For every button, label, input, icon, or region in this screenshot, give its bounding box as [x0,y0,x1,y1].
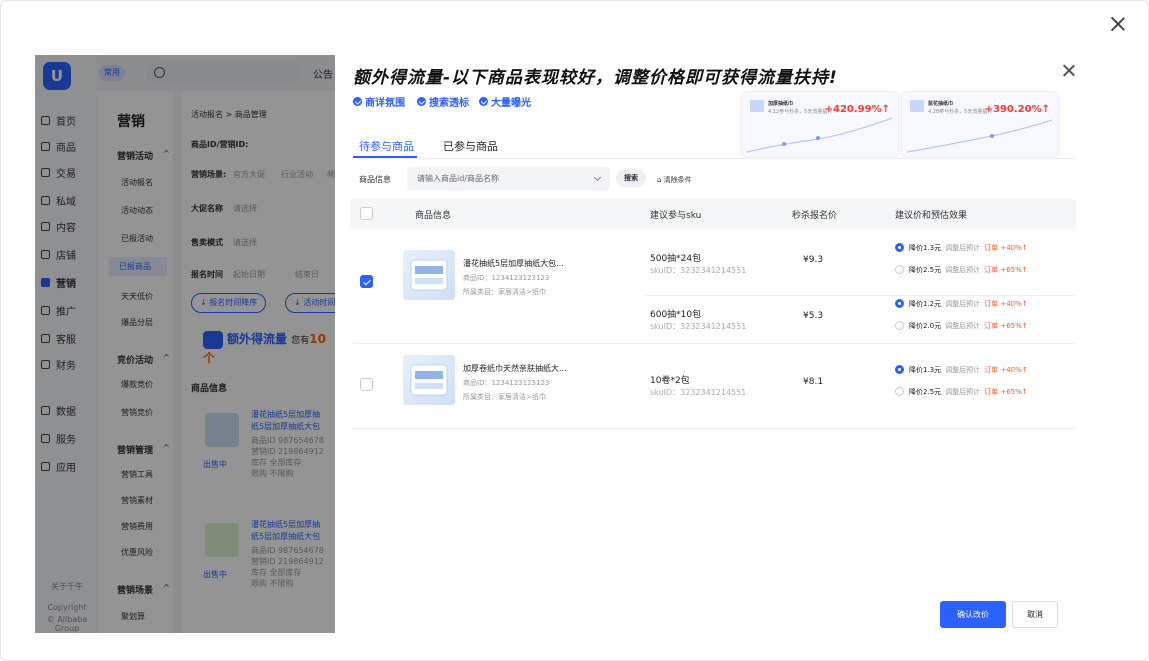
confirm-price-button[interactable]: 确认改价 [940,601,1006,628]
th-sku: 建议参与sku [650,211,702,221]
price-option[interactable]: 降价1.3元 调整后预计 订单 +40%↑ [909,365,1028,375]
clear-label: 清除条件 [663,176,692,184]
option-effect: 订单 +65%↑ [984,388,1028,396]
tab-joined[interactable]: 已参与商品 [443,138,498,154]
option-effect: 订单 +65%↑ [984,266,1028,274]
option-note: 调整后预计 [945,322,981,330]
example-card-1: 加厚抽纸巾 4.12参与秒杀，5天流量提升 +420.99%↑ [741,91,899,157]
row-checkbox[interactable] [360,275,373,288]
check-circle-icon [479,97,488,106]
price-option[interactable]: 降价2.5元 调整后预计 订单 +65%↑ [909,265,1028,275]
option-discount: 降价1.2元 [909,300,942,308]
example-card-2: 蓝花抽纸巾 4.28参与秒杀，5天流量提升 +390.20%↑ [901,91,1059,157]
cancel-button[interactable]: 取消 [1012,601,1058,628]
price-option[interactable]: 降价2.5元 调整后预计 订单 +65%↑ [909,387,1028,397]
product-id: 商品ID：1234123123123 [463,379,550,387]
modal-backdrop[interactable] [35,55,335,633]
sku-divider [645,295,1075,296]
price-option-radio[interactable] [895,365,904,374]
row-divider [353,428,1075,429]
price-option[interactable]: 降价1.2元 调整后预计 订单 +40%↑ [909,299,1028,309]
trend-line-icon [746,117,893,153]
price-adjust-modal: 额外得流量-以下商品表现较好，调整价格即可获得流量扶持! 商详氛围 搜索透标 大… [335,55,1086,633]
feature-label: 搜索透标 [429,98,469,109]
row-checkbox[interactable] [360,378,373,391]
product-id: 商品ID：1234123123123 [463,274,550,282]
option-note: 调整后预计 [945,244,981,252]
modal-close-icon[interactable] [1061,63,1077,79]
sku-id: skuID：3232341214551 [650,266,747,275]
price-option-radio[interactable] [895,265,904,274]
sku-id: skuID：3232341214551 [650,388,747,397]
option-effect: 订单 +40%↑ [984,366,1028,374]
price-option-radio[interactable] [895,321,904,330]
product-image [403,355,455,405]
option-note: 调整后预计 [945,388,981,396]
table-header [350,199,1076,229]
option-effect: 订单 +40%↑ [984,300,1028,308]
clear-filter-button[interactable]: ⌂ 清除条件 [657,175,692,185]
sku-name: 10卷*2包 [650,376,690,386]
option-discount: 降价2.5元 [909,388,942,396]
sku-name: 600抽*10包 [650,310,702,320]
feature-2: 搜索透标 [417,94,469,109]
trend-line-icon [906,119,1053,153]
screenshot-area: U 首页 商品 交易 私域 内容 店铺 营销 推广 客服 财务 数据 服务 应用 关于千牛 Copyrig… [35,55,1086,633]
tab-divider [353,158,1075,159]
option-note: 调整后预计 [945,300,981,308]
sku-name: 500抽*24包 [650,254,702,264]
price-option-radio[interactable] [895,299,904,308]
background-app: U 首页 商品 交易 私域 内容 店铺 营销 推广 客服 财务 数据 服务 应用 关于千牛 Copyrig… [35,55,345,633]
feature-label: 大量曝光 [491,98,531,109]
check-circle-icon [417,97,426,106]
th-suggest: 建议价和预估效果 [895,211,968,221]
price-option[interactable]: 降价2.0元 调整后预计 订单 +65%↑ [909,321,1028,331]
product-image [403,250,455,300]
option-discount: 降价1.3元 [909,366,942,374]
flash-price: ¥9.3 [803,255,824,265]
product-category: 所属类目：家居清洁>纸巾 [463,288,546,296]
option-note: 调整后预计 [945,266,981,274]
price-option[interactable]: 降价1.3元 调整后预计 订单 +40%↑ [909,243,1028,253]
option-effect: 订单 +40%↑ [984,244,1028,252]
option-discount: 降价2.5元 [909,266,942,274]
product-name[interactable]: 加厚卷纸巾天然亲肤抽纸大... [463,363,567,374]
row-divider [353,343,1075,344]
option-effect: 订单 +65%↑ [984,322,1028,330]
dialog-frame: U 首页 商品 交易 私域 内容 店铺 营销 推广 客服 财务 数据 服务 应用 关于千牛 Copyrig… [0,0,1149,661]
feature-1: 商详氛围 [353,94,405,109]
product-category: 所属类目：家居清洁>纸巾 [463,393,546,401]
option-discount: 降价1.3元 [909,244,942,252]
feature-label: 商详氛围 [365,98,405,109]
flash-price: ¥8.1 [803,377,824,387]
product-name[interactable]: 潘花抽纸5层加厚抽纸大包... [463,258,564,269]
select-all-checkbox[interactable] [360,207,373,220]
sku-id: skuID：3232341214551 [650,322,747,331]
tab-pending[interactable]: 待参与商品 [359,138,414,154]
th-product: 商品信息 [415,211,452,221]
option-note: 调整后预计 [945,366,981,374]
price-option-radio[interactable] [895,387,904,396]
check-circle-icon [353,97,362,106]
th-price: 秒杀报名价 [792,211,838,221]
feature-3: 大量曝光 [479,94,531,109]
product-search-input[interactable]: 请输入商品id/商品名称 [407,167,610,190]
modal-title: 额外得流量-以下商品表现较好，调整价格即可获得流量扶持! [353,68,838,88]
search-button[interactable]: 搜索 [616,169,646,187]
price-option-radio[interactable] [895,243,904,252]
flash-price: ¥5.3 [803,311,824,321]
option-discount: 降价2.0元 [909,322,942,330]
filter-label: 商品信息 [359,175,391,184]
outer-close-icon[interactable] [1107,13,1129,35]
